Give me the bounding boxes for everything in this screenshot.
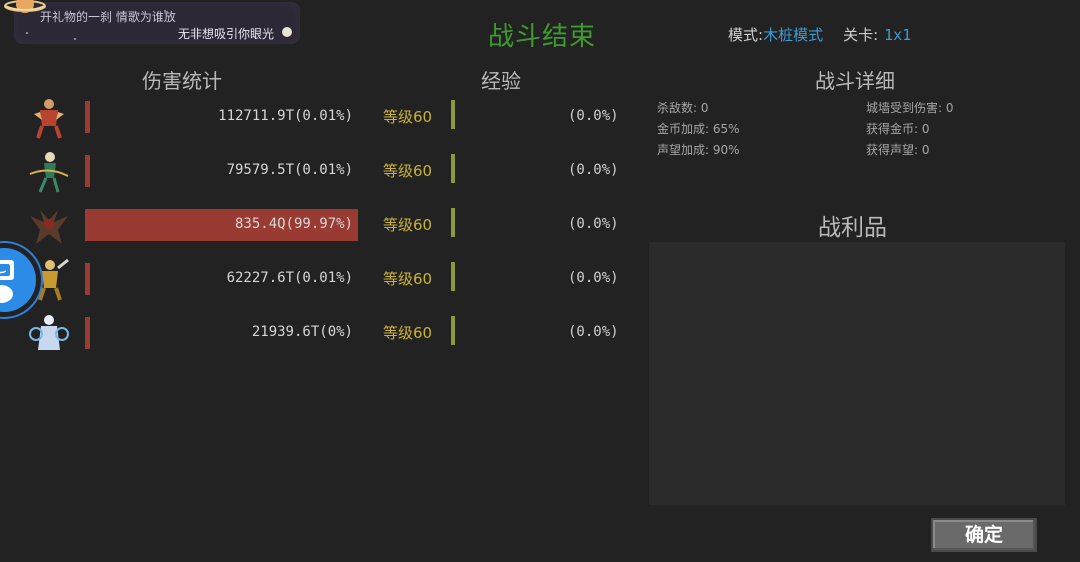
loot-panel	[649, 242, 1065, 505]
battle-detail-header: 战斗详细	[815, 69, 895, 93]
hero-row: 62227.6T(0.01%) 等级60 (0.0%)	[0, 258, 640, 301]
hero-level: 等级60	[383, 108, 433, 126]
lyric-line-2: 无非想吸引你眼光	[177, 27, 274, 41]
exp-value: (0.0%)	[568, 162, 619, 178]
damage-value: 21939.6T(0%)	[251, 324, 353, 340]
mode-value: 木桩模式	[763, 26, 824, 44]
mode-info: 模式:木桩模式 关卡: 1x1	[728, 24, 911, 45]
exp-value: (0.0%)	[568, 108, 619, 124]
exp-bar	[451, 100, 455, 129]
loot-header: 战利品	[818, 215, 887, 241]
damage-value: 835.4Q(99.97%)	[234, 216, 353, 232]
hero-level: 等级60	[383, 216, 433, 234]
fame-bonus-stat: 声望加成: 90%	[657, 143, 740, 157]
damage-bar	[85, 263, 90, 295]
page-title: 战斗结束	[488, 22, 597, 52]
damage-value: 62227.6T(0.01%)	[226, 270, 353, 286]
moon-icon	[282, 27, 292, 37]
hero-level: 等级60	[383, 162, 433, 180]
kills-stat: 杀敌数: 0	[657, 101, 709, 115]
exp-bar	[451, 316, 455, 345]
gold-gained-stat: 获得金币: 0	[866, 122, 930, 136]
stage-label: 关卡:	[843, 26, 879, 44]
exp-bar	[451, 262, 455, 291]
assistant-bubble-icon[interactable]	[0, 236, 46, 324]
damage-bar	[85, 317, 90, 349]
archer-green-avatar	[26, 148, 72, 194]
exp-value: (0.0%)	[568, 216, 619, 232]
lyric-line-1: 开礼物的一刹 情歌为谁放	[40, 10, 176, 24]
hero-row: 835.4Q(99.97%) 等级60 (0.0%)	[0, 206, 640, 246]
hero-row: 21939.6T(0%) 等级60 (0.0%)	[0, 314, 640, 354]
mode-label: 模式:	[728, 26, 764, 44]
confirm-button[interactable]: 确定	[931, 518, 1037, 552]
damage-stats-header: 伤害统计	[142, 69, 222, 93]
warrior-red-avatar	[26, 94, 72, 140]
exp-header: 经验	[481, 69, 521, 93]
hero-row: 112711.9T(0.01%) 等级60 (0.0%)	[0, 98, 640, 139]
fame-gained-stat: 获得声望: 0	[866, 143, 930, 157]
damage-value: 112711.9T(0.01%)	[218, 108, 353, 124]
exp-value: (0.0%)	[568, 324, 619, 340]
hero-level: 等级60	[383, 324, 433, 342]
damage-value: 79579.5T(0.01%)	[226, 162, 353, 178]
damage-bar	[85, 155, 90, 187]
hero-level: 等级60	[383, 270, 433, 288]
hero-row: 79579.5T(0.01%) 等级60 (0.0%)	[0, 152, 640, 193]
exp-value: (0.0%)	[568, 270, 619, 286]
wall-damage-stat: 城墙受到伤害: 0	[866, 101, 954, 115]
damage-bar	[85, 101, 90, 133]
exp-bar	[451, 208, 455, 237]
music-banner: 开礼物的一刹 情歌为谁放 无非想吸引你眼光	[4, 0, 300, 44]
exp-bar	[451, 154, 455, 183]
stage-value: 1x1	[884, 26, 912, 44]
gold-bonus-stat: 金币加成: 65%	[657, 122, 740, 136]
